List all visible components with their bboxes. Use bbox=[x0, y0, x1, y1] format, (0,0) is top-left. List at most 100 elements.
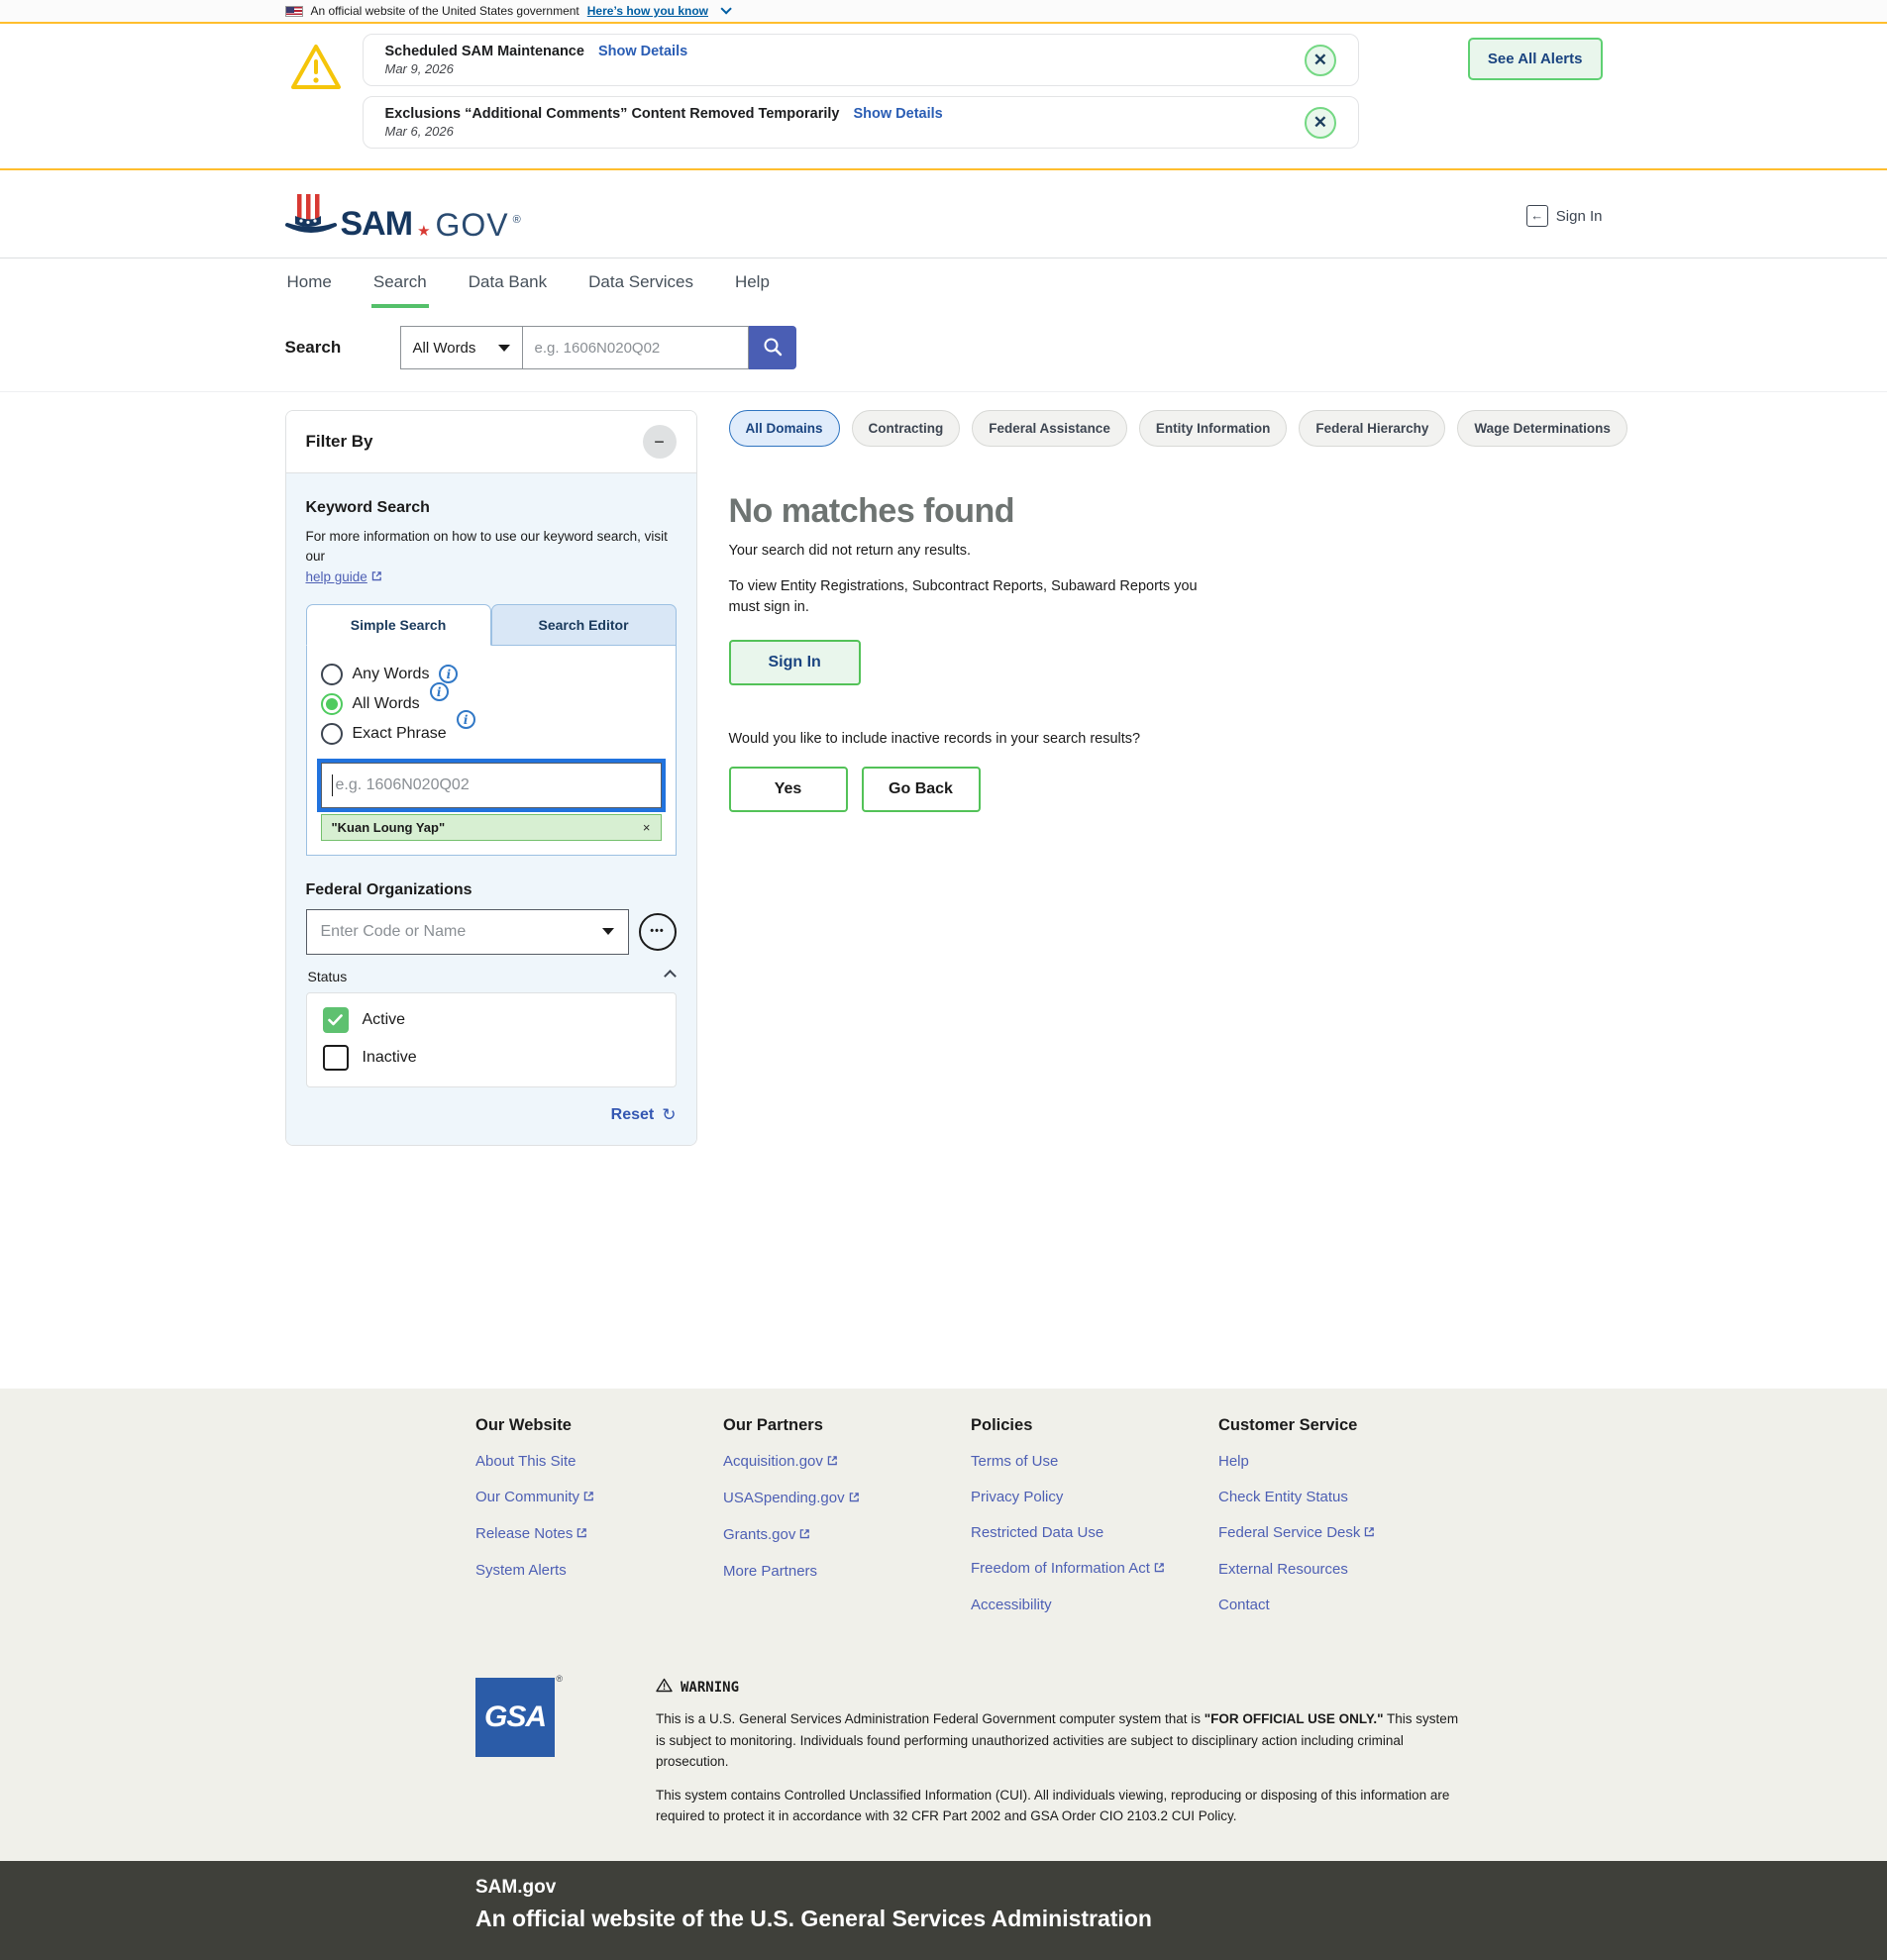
search-strip-label: Search bbox=[285, 338, 400, 358]
search-mode-select[interactable]: All Words bbox=[400, 326, 523, 369]
gov-banner-text: An official website of the United States… bbox=[311, 4, 579, 18]
more-options-button[interactable]: ••• bbox=[639, 913, 677, 951]
nav-item-home[interactable]: Home bbox=[285, 258, 334, 308]
footer-col-customer-service: Customer Service Help Check Entity Statu… bbox=[1218, 1416, 1466, 1632]
radio-row-exact-phrase[interactable]: Exact Phrase i bbox=[321, 723, 662, 745]
header-sign-in-link[interactable]: ← Sign In bbox=[1526, 205, 1603, 227]
yes-button[interactable]: Yes bbox=[729, 767, 848, 812]
sign-in-arrow-icon: ← bbox=[1526, 205, 1548, 227]
keyword-info-text: For more information on how to use our k… bbox=[306, 529, 668, 564]
tab-simple-search[interactable]: Simple Search bbox=[306, 604, 491, 646]
pill-wage-determinations[interactable]: Wage Determinations bbox=[1457, 410, 1627, 447]
footer-link-help[interactable]: Help bbox=[1218, 1453, 1466, 1470]
footer-link-foia[interactable]: Freedom of Information Act bbox=[971, 1560, 1218, 1578]
filter-by-title: Filter By bbox=[306, 432, 373, 452]
footer-link-system-alerts[interactable]: System Alerts bbox=[475, 1562, 723, 1579]
results-column: All Domains Contracting Federal Assistan… bbox=[729, 410, 1627, 812]
sign-in-button[interactable]: Sign In bbox=[729, 640, 861, 685]
footer-link-acquisition-gov[interactable]: Acquisition.gov bbox=[723, 1453, 971, 1471]
refresh-icon[interactable]: ↻ bbox=[662, 1105, 676, 1125]
chevron-down-icon bbox=[720, 3, 731, 14]
footer-link-check-entity-status[interactable]: Check Entity Status bbox=[1218, 1489, 1466, 1505]
federal-orgs-select[interactable]: Enter Code or Name bbox=[306, 909, 629, 955]
checkbox-inactive-unchecked[interactable] bbox=[323, 1045, 349, 1071]
nav-item-data-services[interactable]: Data Services bbox=[586, 258, 695, 308]
how-you-know-link[interactable]: Here’s how you know bbox=[587, 4, 708, 18]
radio-exact-phrase[interactable] bbox=[321, 723, 343, 745]
footer-link-release-notes[interactable]: Release Notes bbox=[475, 1525, 723, 1543]
radio-row-all-words[interactable]: All Words i bbox=[321, 693, 662, 715]
warning-paragraph-1: This is a U.S. General Services Administ… bbox=[656, 1708, 1468, 1773]
status-option-inactive[interactable]: Inactive bbox=[323, 1045, 660, 1071]
checkbox-label: Active bbox=[363, 1011, 406, 1029]
external-link-icon bbox=[848, 1491, 861, 1507]
footer-col-heading: Our Website bbox=[475, 1416, 723, 1435]
top-search-input[interactable] bbox=[523, 326, 749, 369]
footer-link-grants-gov[interactable]: Grants.gov bbox=[723, 1526, 971, 1544]
alert-close-button[interactable]: ✕ bbox=[1305, 45, 1336, 76]
pill-contracting[interactable]: Contracting bbox=[852, 410, 961, 447]
tab-search-editor[interactable]: Search Editor bbox=[491, 604, 677, 646]
footer-link-our-community[interactable]: Our Community bbox=[475, 1489, 723, 1506]
show-details-link[interactable]: Show Details bbox=[598, 44, 687, 59]
nav-item-data-bank[interactable]: Data Bank bbox=[467, 258, 549, 308]
logo-sam-text: SAM bbox=[341, 209, 413, 240]
pill-federal-assistance[interactable]: Federal Assistance bbox=[972, 410, 1127, 447]
footer-link-external-resources[interactable]: External Resources bbox=[1218, 1561, 1466, 1578]
checkbox-active-checked[interactable] bbox=[323, 1007, 349, 1033]
chevron-up-icon[interactable] bbox=[664, 970, 677, 982]
us-flag-icon bbox=[285, 6, 303, 17]
see-all-alerts-button[interactable]: See All Alerts bbox=[1468, 38, 1603, 80]
search-submit-button[interactable] bbox=[749, 326, 796, 369]
nav-item-help[interactable]: Help bbox=[733, 258, 772, 308]
keyword-search-heading: Keyword Search bbox=[306, 499, 677, 517]
collapse-filters-button[interactable]: − bbox=[643, 425, 677, 459]
dark-footer-subtitle: An official website of the U.S. General … bbox=[475, 1906, 1887, 1932]
alert-close-button[interactable]: ✕ bbox=[1305, 107, 1336, 139]
include-inactive-question: Would you like to include inactive recor… bbox=[729, 731, 1627, 747]
footer-col-heading: Customer Service bbox=[1218, 1416, 1466, 1435]
radio-all-words[interactable] bbox=[321, 693, 343, 715]
help-guide-link[interactable]: help guide bbox=[306, 569, 367, 584]
footer-link-federal-service-desk[interactable]: Federal Service Desk bbox=[1218, 1524, 1466, 1542]
keyword-input[interactable] bbox=[321, 763, 662, 808]
external-link-icon bbox=[582, 1490, 595, 1506]
footer-link-terms-of-use[interactable]: Terms of Use bbox=[971, 1453, 1218, 1470]
info-icon[interactable]: i bbox=[439, 665, 458, 683]
footer-link-privacy-policy[interactable]: Privacy Policy bbox=[971, 1489, 1218, 1505]
external-link-icon bbox=[1153, 1561, 1166, 1578]
pill-entity-information[interactable]: Entity Information bbox=[1139, 410, 1288, 447]
dark-footer: SAM.gov An official website of the U.S. … bbox=[0, 1861, 1887, 1960]
simple-search-panel: Any Words i All Words i Exact Phrase i bbox=[306, 646, 677, 856]
nav-item-search[interactable]: Search bbox=[371, 258, 429, 308]
search-mode-value: All Words bbox=[413, 340, 476, 357]
footer-link-accessibility[interactable]: Accessibility bbox=[971, 1597, 1218, 1613]
info-icon[interactable]: i bbox=[457, 710, 475, 729]
footer-link-usaspending-gov[interactable]: USASpending.gov bbox=[723, 1490, 971, 1507]
federal-orgs-heading: Federal Organizations bbox=[306, 881, 677, 899]
pill-federal-hierarchy[interactable]: Federal Hierarchy bbox=[1299, 410, 1445, 447]
remove-tag-icon[interactable]: × bbox=[643, 820, 651, 835]
info-icon[interactable]: i bbox=[430, 682, 449, 701]
footer-link-restricted-data-use[interactable]: Restricted Data Use bbox=[971, 1524, 1218, 1541]
go-back-button[interactable]: Go Back bbox=[862, 767, 981, 812]
status-section-label: Status bbox=[308, 969, 348, 984]
external-link-icon bbox=[370, 568, 383, 588]
alert-maintenance: Scheduled SAM Maintenance Show Details M… bbox=[363, 34, 1359, 86]
warning-block: WARNING This is a U.S. General Services … bbox=[656, 1678, 1468, 1827]
alert-title: Exclusions “Additional Comments” Content… bbox=[385, 106, 840, 122]
footer-link-about-this-site[interactable]: About This Site bbox=[475, 1453, 723, 1470]
status-option-active[interactable]: Active bbox=[323, 1007, 660, 1033]
reset-filters-link[interactable]: Reset bbox=[611, 1106, 655, 1124]
radio-row-any-words[interactable]: Any Words i bbox=[321, 664, 662, 685]
footer-link-more-partners[interactable]: More Partners bbox=[723, 1563, 971, 1580]
domain-pills: All Domains Contracting Federal Assistan… bbox=[729, 410, 1627, 447]
pill-all-domains[interactable]: All Domains bbox=[729, 410, 840, 447]
footer-link-contact[interactable]: Contact bbox=[1218, 1597, 1466, 1613]
warning-triangle-icon bbox=[289, 42, 343, 97]
logo-registered-mark: ® bbox=[513, 214, 521, 226]
radio-any-words[interactable] bbox=[321, 664, 343, 685]
warning-paragraph-2: This system contains Controlled Unclassi… bbox=[656, 1785, 1468, 1827]
sam-gov-logo[interactable]: SAM★GOV® bbox=[285, 192, 521, 240]
show-details-link[interactable]: Show Details bbox=[853, 106, 942, 122]
